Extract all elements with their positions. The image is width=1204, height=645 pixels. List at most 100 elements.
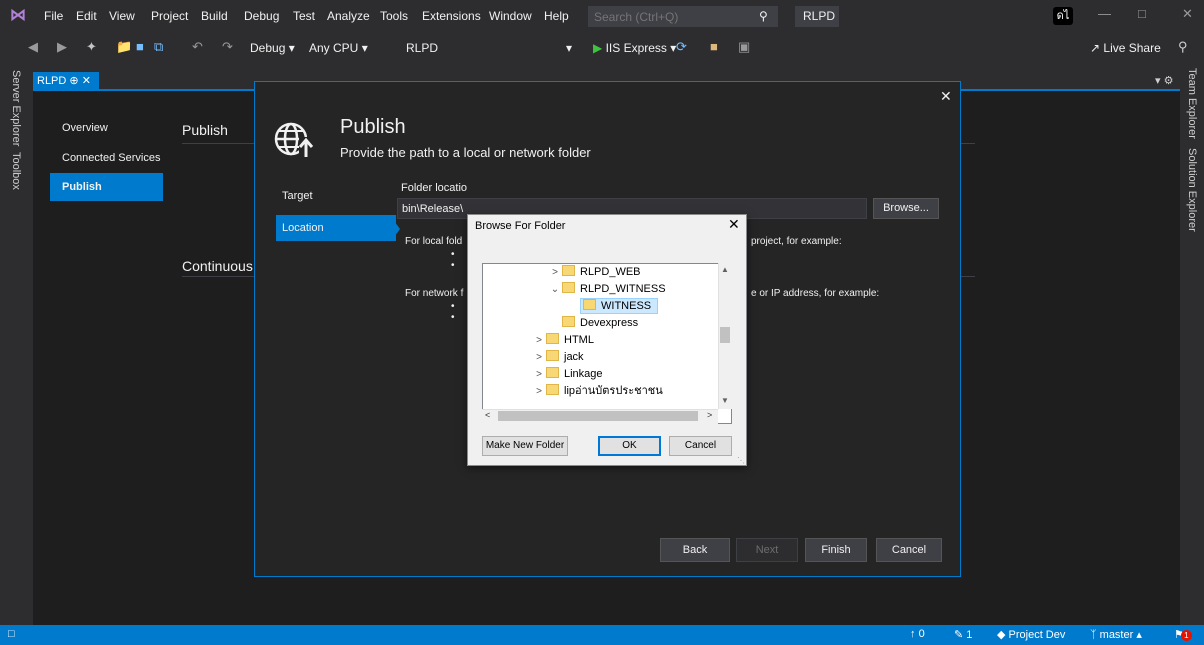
redo-icon[interactable]: ↷ (222, 39, 233, 55)
pin-icon[interactable]: ⊕ (69, 75, 78, 87)
save-icon[interactable]: ■ (136, 39, 144, 55)
tree-item-lip[interactable]: > lipอ่านบัตรประชาชน (483, 383, 731, 400)
platform-value: Any CPU (309, 41, 359, 55)
server-explorer-tab[interactable]: Server Explorer (10, 70, 22, 146)
expand-arrow-icon[interactable]: > (532, 366, 546, 383)
repository-status[interactable]: ◆ Project Dev (997, 628, 1065, 641)
tab-options-icon[interactable]: ▾ ⚙ (1155, 74, 1173, 87)
minimize-icon[interactable]: — (1098, 6, 1111, 21)
menu-window[interactable]: Window (489, 9, 532, 23)
menu-build[interactable]: Build (201, 9, 228, 23)
nav-overview[interactable]: Overview (50, 114, 163, 142)
next-button[interactable]: Next (736, 538, 798, 562)
background-publish-heading: Publish (182, 122, 228, 138)
tree-item-label: lipอ่านบัตรประชาชน (564, 385, 663, 397)
ok-button[interactable]: OK (598, 436, 661, 456)
search-box[interactable]: ⚲ (588, 6, 778, 27)
back-nav-icon[interactable]: ◀ (28, 39, 38, 55)
menu-extensions[interactable]: Extensions (422, 9, 481, 23)
tree-item-linkage[interactable]: > Linkage (483, 366, 731, 383)
new-item-icon[interactable]: ✦ (86, 39, 97, 55)
menu-help[interactable]: Help (544, 9, 569, 23)
make-new-folder-button[interactable]: Make New Folder (482, 436, 568, 456)
browse-button[interactable]: Browse... (873, 198, 939, 219)
browser-link-icon[interactable]: ■ (710, 39, 718, 55)
search-input[interactable] (589, 7, 749, 26)
toolbox-tab[interactable]: Toolbox (10, 152, 22, 190)
tree-horizontal-scroll-thumb[interactable] (498, 411, 698, 421)
configuration-dropdown[interactable]: Debug ▾ (250, 38, 295, 58)
folder-icon (546, 333, 559, 344)
platform-dropdown[interactable]: Any CPU ▾ (309, 38, 368, 58)
step-target[interactable]: Target (276, 183, 396, 209)
tree-item-jack[interactable]: > jack (483, 349, 731, 366)
finish-button[interactable]: Finish (805, 538, 867, 562)
branch-name: master (1099, 629, 1134, 641)
document-tab[interactable]: RLPD ⊕ ✕ (33, 72, 99, 90)
scroll-down-icon[interactable]: ▼ (721, 396, 729, 405)
background-continuous-heading: Continuous (182, 258, 253, 274)
resize-grip-icon[interactable]: ⋱ (737, 456, 745, 465)
expand-arrow-icon[interactable]: > (532, 383, 546, 400)
divider (961, 143, 975, 144)
solution-explorer-tab[interactable]: Solution Explorer (1186, 148, 1198, 232)
expand-arrow-icon[interactable]: > (532, 349, 546, 366)
startup-project-dropdown[interactable]: RLPD ▾ (406, 38, 576, 58)
repository-name: Project Dev (1008, 629, 1066, 641)
changes-count: 1 (966, 629, 973, 641)
ready-icon: □ (8, 628, 15, 640)
search-icon[interactable]: ⚲ (759, 9, 768, 23)
tree-item-label: WITNESS (601, 300, 652, 312)
close-tab-icon[interactable]: ✕ (82, 75, 91, 87)
close-window-icon[interactable]: ✕ (1182, 6, 1193, 22)
menu-analyze[interactable]: Analyze (327, 9, 370, 23)
tree-item-selected[interactable]: WITNESS (580, 298, 659, 314)
open-folder-icon[interactable]: 📁 (116, 39, 132, 55)
nav-connected-services[interactable]: Connected Services (50, 144, 163, 172)
scroll-right-icon[interactable]: > (707, 410, 712, 420)
run-button[interactable]: ▶ IIS Express ▾ (593, 38, 676, 58)
forward-nav-icon[interactable]: ▶ (57, 39, 67, 55)
feedback-icon[interactable]: ⚲ (1178, 39, 1188, 55)
live-share-button[interactable]: ↗ Live Share (1090, 38, 1161, 58)
browse-close-icon[interactable]: ✕ (728, 216, 740, 233)
expand-arrow-icon[interactable]: > (532, 332, 546, 349)
folder-icon (546, 350, 559, 361)
tree-item-html[interactable]: > HTML (483, 332, 731, 349)
tree-item-witness[interactable]: WITNESS (483, 298, 731, 315)
team-explorer-tab[interactable]: Team Explorer (1186, 68, 1198, 139)
branch-status[interactable]: ᛉ master ▴ (1090, 628, 1142, 641)
screenshot-icon[interactable]: ▣ (738, 39, 750, 55)
menu-project[interactable]: Project (151, 9, 188, 23)
browse-cancel-button[interactable]: Cancel (669, 436, 732, 456)
scroll-up-icon[interactable]: ▲ (721, 265, 729, 274)
tree-vertical-scroll-thumb[interactable] (720, 327, 730, 343)
step-location[interactable]: Location (276, 215, 396, 241)
menu-tools[interactable]: Tools (380, 9, 408, 23)
folder-icon (562, 282, 575, 293)
scroll-left-icon[interactable]: < (485, 410, 490, 420)
menu-test[interactable]: Test (293, 9, 315, 23)
collapse-arrow-icon[interactable]: ⌄ (548, 281, 562, 298)
save-all-icon[interactable]: ⧉ (154, 39, 163, 55)
maximize-icon[interactable]: □ (1138, 6, 1146, 21)
menu-edit[interactable]: Edit (76, 9, 97, 23)
back-button[interactable]: Back (660, 538, 730, 562)
expand-arrow-icon[interactable]: > (548, 264, 562, 281)
push-status[interactable]: ↑ 0 (910, 628, 925, 640)
undo-icon[interactable]: ↶ (192, 39, 203, 55)
account-avatar[interactable]: ดไ (1053, 7, 1073, 25)
tree-item-rlpd-witness[interactable]: ⌄ RLPD_WITNESS (483, 281, 731, 298)
cancel-button[interactable]: Cancel (876, 538, 942, 562)
changes-status[interactable]: ✎ 1 (954, 628, 972, 641)
tree-item-devexpress[interactable]: Devexpress (483, 315, 731, 332)
menu-file[interactable]: File (44, 9, 63, 23)
folder-tree[interactable]: > RLPD_WEB ⌄ RLPD_WITNESS WITNESS Devexpre… (482, 263, 732, 424)
menu-debug[interactable]: Debug (244, 9, 279, 23)
nav-publish[interactable]: Publish (50, 173, 163, 201)
close-dialog-icon[interactable]: ✕ (940, 88, 952, 105)
refresh-icon[interactable]: ⟳ (676, 39, 687, 55)
notifications-status[interactable]: ⚑1 (1174, 628, 1192, 641)
menu-view[interactable]: View (109, 9, 135, 23)
tree-item-rlpd-web[interactable]: > RLPD_WEB (483, 264, 731, 281)
